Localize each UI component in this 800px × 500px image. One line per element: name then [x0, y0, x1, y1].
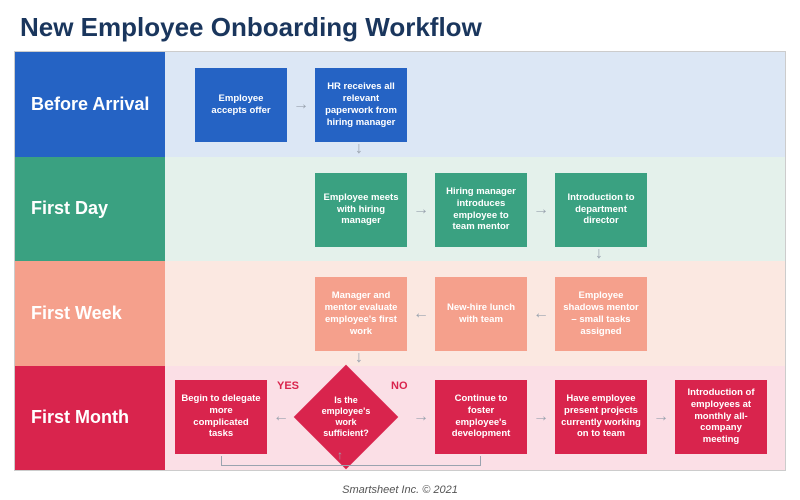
arrow-icon: →: [293, 96, 309, 114]
step-meet-manager: Employee meets with hiring manager: [315, 173, 407, 247]
lane-before-arrival: Employee accepts offer → HR receives all…: [165, 52, 785, 157]
lane-label-first-month: First Month: [15, 366, 165, 471]
arrow-icon: →: [413, 408, 429, 426]
lane-label-first-week: First Week: [15, 261, 165, 366]
arrow-icon: ↓: [595, 245, 603, 263]
arrow-icon: ←: [273, 408, 289, 426]
arrow-icon: →: [533, 408, 549, 426]
decision-work-sufficient: Is the employee's work sufficient?: [294, 364, 399, 469]
footer-text: Smartsheet Inc. © 2021: [0, 484, 800, 496]
step-foster-dev: Continue to foster employee's developmen…: [435, 380, 527, 454]
arrow-icon: →: [533, 201, 549, 219]
arrow-icon: →: [653, 408, 669, 426]
arrow-icon: ←: [413, 305, 429, 323]
arrow-icon: ↑: [337, 448, 343, 462]
page-title: New Employee Onboarding Workflow: [0, 0, 800, 51]
lane-first-day: Employee meets with hiring manager → Hir…: [165, 157, 785, 262]
step-delegate-tasks: Begin to delegate more complicated tasks: [175, 380, 267, 454]
step-shadow-mentor: Employee shadows mentor – small tasks as…: [555, 277, 647, 351]
lane-label-before-arrival: Before Arrival: [15, 52, 165, 157]
step-evaluate-work: Manager and mentor evaluate employee's f…: [315, 277, 407, 351]
label-yes: YES: [277, 380, 299, 392]
arrow-icon: ↓: [355, 349, 363, 367]
arrow-icon: ←: [533, 305, 549, 323]
arrow-icon: →: [413, 201, 429, 219]
step-intro-mentor: Hiring manager introduces employee to te…: [435, 173, 527, 247]
step-intro-director: Introduction to department director: [555, 173, 647, 247]
step-newhire-lunch: New-hire lunch with team: [435, 277, 527, 351]
step-accept-offer: Employee accepts offer: [195, 68, 287, 142]
step-hr-paperwork: HR receives all relevant paperwork from …: [315, 68, 407, 142]
workflow-grid: Before Arrival Employee accepts offer → …: [14, 51, 786, 471]
loop-connector: [221, 456, 481, 466]
label-no: NO: [391, 380, 408, 392]
arrow-icon: ↓: [355, 140, 363, 158]
lane-first-week: Employee shadows mentor – small tasks as…: [165, 261, 785, 366]
lane-label-first-day: First Day: [15, 157, 165, 262]
step-monthly-meeting: Introduction of employees at monthly all…: [675, 380, 767, 454]
step-present-projects: Have employee present projects currently…: [555, 380, 647, 454]
lane-first-month: Begin to delegate more complicated tasks…: [165, 366, 785, 471]
